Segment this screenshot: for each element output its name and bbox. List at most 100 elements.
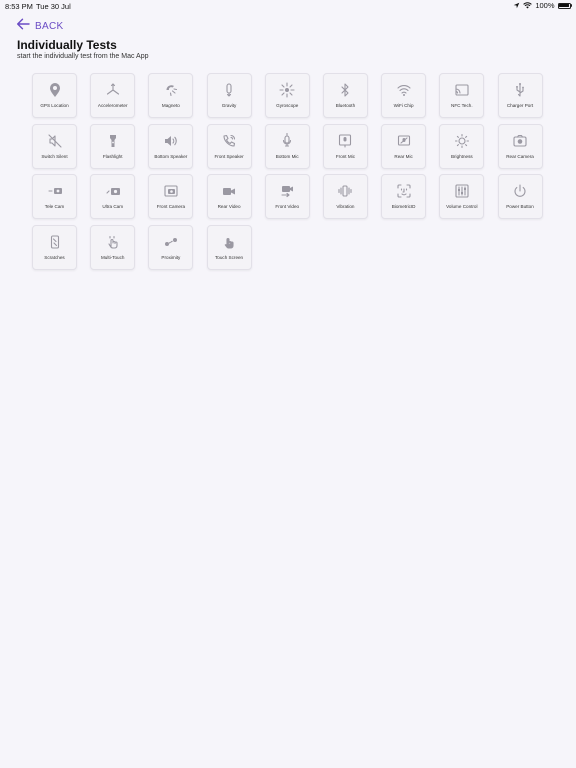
proximity-icon [163,234,179,250]
test-tile-label: Gravity [221,103,237,108]
battery-icon [557,2,572,9]
test-tile-label: Touch Screen [215,255,244,261]
test-tile-bottom-mic[interactable]: Bottom Mic [264,123,310,169]
test-tile-label: WiFi Chip [393,103,414,108]
test-tile-label: Scratches [44,255,65,261]
test-tile-rear-video[interactable]: Rear Video [206,174,252,220]
test-tile-label: BiometricID [391,204,416,210]
test-tile-accelerometer[interactable]: Accelerometer [90,73,136,118]
test-tile-volume-control[interactable]: Volume Control [439,174,485,220]
rear-mic-icon [396,133,412,149]
test-tile-gyroscope[interactable]: Gyroscope [264,73,310,118]
wifi-icon [523,2,533,9]
test-tile-label: Brightness [450,153,473,159]
tests-grid: GPS Location Accelerometer Magneto Gravity G… [32,73,543,271]
phone-speaker-icon [221,133,237,149]
test-tile-front-speaker[interactable]: Front Speaker [206,123,252,169]
test-tile-label: Rear Video [217,204,241,210]
test-tile-label: Gyroscope [276,103,299,108]
phone-scratch-icon [47,234,63,250]
test-tile-rear-camera[interactable]: Rear Camera [497,123,543,169]
test-tile-charger-port[interactable]: Charger Port [497,73,543,118]
page-subtitle: start the individually test from the Mac… [17,53,149,60]
test-tile-ultra-cam[interactable]: Ultra Cam [90,174,136,220]
gravity-icon [221,82,237,98]
test-tile-front-mic[interactable]: Front Mic [322,123,368,169]
rear-camera-icon [512,133,528,149]
multi-touch-icon [105,234,121,250]
accelerometer-icon [105,82,121,98]
status-bar: 8:53 PM Tue 30 Jul 100% [0,0,576,13]
location-arrow-icon [513,2,520,9]
test-tile-label: Charger Port [506,103,534,108]
test-tile-label: Ultra Cam [102,204,124,210]
test-tile-magneto[interactable]: Magneto [148,73,194,118]
test-tile-label: Tele Cam [44,204,65,210]
test-tile-label: Bluetooth [335,103,356,108]
back-button[interactable]: BACK [16,17,64,35]
video-camera-icon [221,183,237,199]
tele-camera-icon [47,183,63,199]
sun-icon [454,133,470,149]
location-pin-icon [47,82,63,98]
test-tile-gps-location[interactable]: GPS Location [32,73,77,118]
status-right: 100% [513,1,572,10]
battery-percent: 100% [535,1,555,10]
wifi-icon [396,82,412,98]
test-tile-gravity[interactable]: Gravity [206,73,252,118]
sliders-icon [454,183,470,199]
test-tile-front-camera[interactable]: Front Camera [148,174,194,220]
test-tile-label: Flashlight [102,153,123,159]
vibration-icon [337,183,353,199]
test-tile-label: Proximity [161,255,181,261]
test-tile-label: Front Video [275,204,300,210]
test-tile-wifi-chip[interactable]: WiFi Chip [381,73,427,118]
nfc-icon [454,82,470,98]
test-tile-brightness[interactable]: Brightness [439,123,485,169]
test-tile-rear-mic[interactable]: Rear Mic [381,123,427,169]
test-tile-label: GPS Location [40,103,69,108]
magnet-icon [163,82,179,98]
ultra-camera-icon [105,183,121,199]
test-tile-label: Magneto [161,103,180,108]
test-tile-proximity[interactable]: Proximity [148,225,194,271]
bottom-mic-icon [279,132,295,149]
test-tile-label: Multi-Touch [100,255,125,261]
test-tile-label: Front Speaker [214,153,244,159]
test-tile-label: Power Button [506,204,534,210]
test-tile-nfc-tech[interactable]: NFC Tech. [439,73,485,118]
test-tile-flashlight[interactable]: Flashlight [90,123,136,169]
bluetooth-icon [337,82,353,98]
front-camera-icon [163,183,179,199]
test-tile-label: Volume Control [446,204,478,210]
test-tile-bluetooth[interactable]: Bluetooth [322,73,368,118]
test-tile-switch-silent[interactable]: Switch Silent [32,123,77,169]
test-tile-scratches[interactable]: Scratches [32,225,77,271]
test-tile-biometricid[interactable]: BiometricID [381,174,427,220]
test-tile-label: Front Mic [335,153,356,159]
test-tile-label: Bottom Speaker [154,153,188,159]
test-tile-front-video[interactable]: Front Video [264,174,310,220]
test-tile-label: Bottom Mic [275,153,299,159]
test-tile-label: Front Camera [156,204,186,210]
arrow-left-icon [16,17,30,35]
back-label: BACK [35,20,64,32]
test-tile-power-button[interactable]: Power Button [497,174,543,220]
flashlight-icon [105,133,121,149]
face-id-icon [396,183,412,199]
front-video-icon [279,183,295,199]
page-title: Individually Tests [17,38,117,52]
test-tile-bottom-speaker[interactable]: Bottom Speaker [148,123,194,169]
test-tile-multi-touch[interactable]: Multi-Touch [90,225,136,271]
mute-icon [47,133,63,149]
speaker-icon [163,133,179,149]
power-icon [512,183,528,199]
test-tile-label: Rear Camera [506,153,534,159]
test-tile-label: NFC Tech. [451,103,473,108]
test-tile-touch-screen[interactable]: Touch Screen [206,225,252,271]
test-tile-vibration[interactable]: Vibration [322,174,368,220]
test-tile-label: Accelerometer [97,103,128,108]
touch-icon [221,234,237,250]
status-date: Tue 30 Jul [36,2,71,11]
test-tile-tele-cam[interactable]: Tele Cam [32,174,77,220]
